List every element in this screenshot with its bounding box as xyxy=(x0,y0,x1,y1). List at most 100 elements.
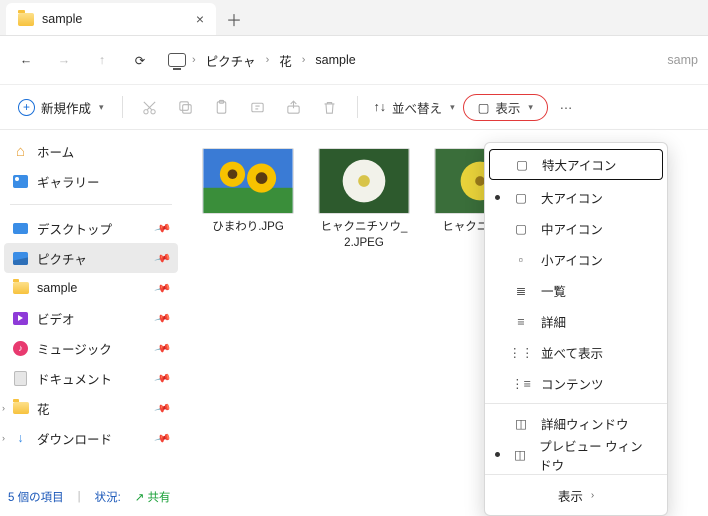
view-menu: ▢特大アイコン▢大アイコン▢中アイコン▫小アイコン≣一覧≡詳細⋮⋮並べて表示⋮≡… xyxy=(484,142,668,516)
separator xyxy=(357,96,358,118)
sidebar-item-6[interactable]: ›花📌 xyxy=(4,393,178,423)
tab-title: sample xyxy=(42,12,82,26)
menu-item-icon: ◫ xyxy=(513,416,529,431)
forward-button[interactable]: → xyxy=(48,44,80,76)
file-name: ひまわり.JPG xyxy=(200,220,296,236)
sidebar-label: ギャラリー xyxy=(37,172,100,191)
menu-item-icon: ≣ xyxy=(513,283,529,298)
pict-icon xyxy=(13,252,28,265)
new-tab-button[interactable]: ＋ xyxy=(216,3,252,35)
menu-item-icon: ⋮≡ xyxy=(513,376,529,391)
sidebar-home[interactable]: ⌂ ホーム xyxy=(4,136,178,166)
view-menu-item-0[interactable]: ▢特大アイコン xyxy=(489,149,663,180)
crumb-1[interactable]: 花 xyxy=(275,47,296,74)
menu-item-icon: ≡ xyxy=(513,315,529,329)
pin-icon: 📌 xyxy=(154,219,172,237)
file-item-1[interactable]: ヒャクニチソウ_2.JPEG xyxy=(316,148,412,251)
menu-footer-label: 表示 xyxy=(558,486,583,505)
separator xyxy=(485,403,667,404)
sidebar-item-4[interactable]: ♪ミュージック📌 xyxy=(4,333,178,363)
view-label: 表示 xyxy=(495,98,520,117)
view-menu-item-4[interactable]: ≣一覧 xyxy=(485,275,667,306)
view-menu-footer[interactable]: 表示 › xyxy=(485,479,667,511)
sidebar-item-label: ビデオ xyxy=(37,309,75,328)
chevron-right-icon: › xyxy=(190,54,198,66)
checked-dot-icon xyxy=(495,195,500,200)
sidebar-item-label: ピクチャ xyxy=(37,249,87,268)
gallery-icon xyxy=(13,175,28,188)
menu-item-label: 小アイコン xyxy=(541,250,603,269)
view-menu-extra-1[interactable]: ◫プレビュー ウィンドウ xyxy=(485,439,667,470)
view-button[interactable]: ▢ 表示 ▾ xyxy=(463,94,548,121)
item-count: 5 個の項目 xyxy=(8,489,64,505)
menu-item-icon: ⋮⋮ xyxy=(513,345,529,360)
tab-sample[interactable]: sample × xyxy=(6,3,216,35)
folder-icon xyxy=(13,282,29,294)
view-menu-item-7[interactable]: ⋮≡コンテンツ xyxy=(485,368,667,399)
menu-item-icon: ▢ xyxy=(513,221,529,236)
menu-item-label: プレビュー ウィンドウ xyxy=(539,436,653,474)
chevron-down-icon: ▾ xyxy=(450,102,455,113)
crumb-2[interactable]: sample xyxy=(311,49,359,71)
sidebar-gallery[interactable]: ギャラリー xyxy=(4,166,178,196)
view-menu-item-6[interactable]: ⋮⋮並べて表示 xyxy=(485,337,667,368)
separator xyxy=(10,204,172,205)
pin-icon: 📌 xyxy=(154,249,172,267)
new-button[interactable]: + 新規作成 ▾ xyxy=(10,94,112,121)
device-icon xyxy=(168,53,186,67)
pin-icon: 📌 xyxy=(154,399,172,417)
paste-button[interactable] xyxy=(205,91,239,123)
folder-icon xyxy=(18,13,34,26)
cut-button[interactable] xyxy=(133,91,167,123)
breadcrumb[interactable]: › ピクチャ › 花 › sample xyxy=(168,47,360,74)
menu-item-icon: ▢ xyxy=(514,157,530,172)
sidebar-item-label: ミュージック xyxy=(37,339,112,358)
sidebar-item-label: ダウンロード xyxy=(37,429,112,448)
sidebar-item-1[interactable]: ピクチャ 📌 xyxy=(4,243,178,273)
address-bar: ← → ↑ ⟳ › ピクチャ › 花 › sample samp xyxy=(0,36,708,84)
crumb-0[interactable]: ピクチャ xyxy=(202,47,260,74)
up-button[interactable]: ↑ xyxy=(86,44,118,76)
desktop-icon xyxy=(13,223,28,234)
folder-icon xyxy=(13,402,29,414)
home-icon: ⌂ xyxy=(12,143,29,160)
view-menu-item-3[interactable]: ▫小アイコン xyxy=(485,244,667,275)
search-input[interactable]: samp xyxy=(667,53,698,67)
pin-icon: 📌 xyxy=(154,339,172,357)
pin-icon: 📌 xyxy=(154,429,172,447)
share-status: ↗ 共有 xyxy=(135,489,171,505)
plus-circle-icon: + xyxy=(18,99,35,116)
sidebar-item-0[interactable]: デスクトップ 📌 xyxy=(4,213,178,243)
sidebar-item-label: デスクトップ xyxy=(37,219,112,238)
sort-button[interactable]: ↑↓ 並べ替え ▾ xyxy=(368,94,461,121)
sidebar-item-7[interactable]: ›↓ダウンロード📌 xyxy=(4,423,178,453)
more-button[interactable]: ⋯ xyxy=(550,100,584,115)
menu-item-label: 詳細 xyxy=(541,312,566,331)
sort-icon: ↑↓ xyxy=(374,100,387,114)
video-icon xyxy=(13,312,28,325)
refresh-button[interactable]: ⟳ xyxy=(124,44,156,76)
delete-button[interactable] xyxy=(313,91,347,123)
menu-item-label: 大アイコン xyxy=(541,188,603,207)
rename-button[interactable] xyxy=(241,91,275,123)
view-menu-item-5[interactable]: ≡ 詳細 xyxy=(485,306,667,337)
close-icon[interactable]: × xyxy=(196,11,204,27)
sidebar-item-5[interactable]: ドキュメント📌 xyxy=(4,363,178,393)
sidebar-item-label: 花 xyxy=(37,399,50,418)
copy-button[interactable] xyxy=(169,91,203,123)
thumbnail xyxy=(318,148,410,214)
view-menu-item-1[interactable]: ▢大アイコン xyxy=(485,182,667,213)
back-button[interactable]: ← xyxy=(10,44,42,76)
view-menu-item-2[interactable]: ▢中アイコン xyxy=(485,213,667,244)
sidebar-item-3[interactable]: ビデオ📌 xyxy=(4,303,178,333)
chevron-right-icon: › xyxy=(591,490,594,501)
separator xyxy=(122,96,123,118)
file-name: ヒャクニチソウ_2.JPEG xyxy=(316,220,412,251)
view-menu-extra-0[interactable]: ◫詳細ウィンドウ xyxy=(485,408,667,439)
pin-icon: 📌 xyxy=(154,369,172,387)
share-button[interactable] xyxy=(277,91,311,123)
sidebar-item-2[interactable]: sample📌 xyxy=(4,273,178,303)
view-icon: ▢ xyxy=(478,100,490,115)
chevron-down-icon: ▾ xyxy=(528,102,533,113)
file-item-0[interactable]: ひまわり.JPG xyxy=(200,148,296,251)
